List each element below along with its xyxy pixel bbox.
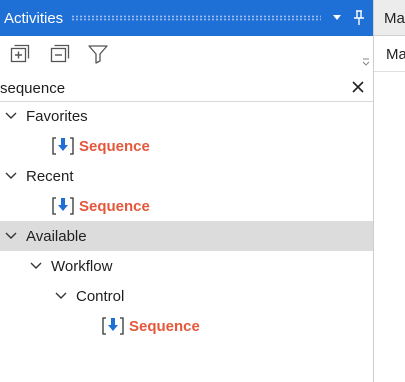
tree-node-recent[interactable]: Recent [0, 161, 373, 191]
activity-item-sequence[interactable]: Sequence [0, 311, 373, 341]
panel-title: Activities [4, 9, 64, 27]
chevron-down-icon[interactable] [329, 8, 345, 28]
activities-panel: Activities sequence Favorites Sequence R… [0, 0, 373, 382]
close-icon[interactable] [350, 79, 366, 95]
adjacent-panel-subheader[interactable]: Ma [374, 36, 405, 72]
expand-all-icon[interactable] [8, 43, 32, 65]
tree-node-label: Recent [26, 168, 74, 185]
chevron-down-icon[interactable] [30, 261, 42, 270]
chevron-down-icon[interactable] [5, 111, 17, 120]
search-input[interactable] [0, 77, 330, 99]
tree-node-control[interactable]: Control [0, 281, 373, 311]
activity-label: Sequence [79, 138, 150, 155]
chevron-down-icon[interactable] [5, 231, 17, 240]
drag-grip[interactable] [71, 15, 321, 21]
sequence-activity-icon [52, 197, 74, 215]
search-box [0, 74, 373, 102]
sequence-activity-icon [102, 317, 124, 335]
activity-item-sequence[interactable]: Sequence [0, 191, 373, 221]
tree-node-label: Control [76, 288, 125, 305]
tree-node-label: Available [26, 228, 87, 245]
activities-toolbar [0, 36, 373, 72]
tree-node-workflow[interactable]: Workflow [0, 251, 373, 281]
tree-node-label: Workflow [51, 258, 113, 275]
adjacent-panel: Ma Ma [374, 0, 405, 382]
sequence-activity-icon [52, 137, 74, 155]
pin-icon[interactable] [351, 8, 367, 28]
chevron-down-icon[interactable] [5, 171, 17, 180]
tree-node-favorites[interactable]: Favorites [0, 101, 373, 131]
adjacent-sub-label: Ma [386, 46, 405, 63]
toolbar-overflow-icon[interactable] [362, 58, 370, 66]
filter-icon[interactable] [86, 43, 110, 65]
tree-node-available[interactable]: Available [0, 221, 373, 251]
adjacent-panel-tab[interactable]: Ma [374, 0, 405, 36]
adjacent-tab-label: Ma [384, 10, 405, 27]
activity-item-sequence[interactable]: Sequence [0, 131, 373, 161]
activity-label: Sequence [129, 318, 200, 335]
collapse-all-icon[interactable] [48, 43, 72, 65]
tree-node-label: Favorites [26, 108, 88, 125]
activity-label: Sequence [79, 198, 150, 215]
chevron-down-icon[interactable] [55, 291, 67, 300]
panel-titlebar[interactable]: Activities [0, 0, 373, 36]
